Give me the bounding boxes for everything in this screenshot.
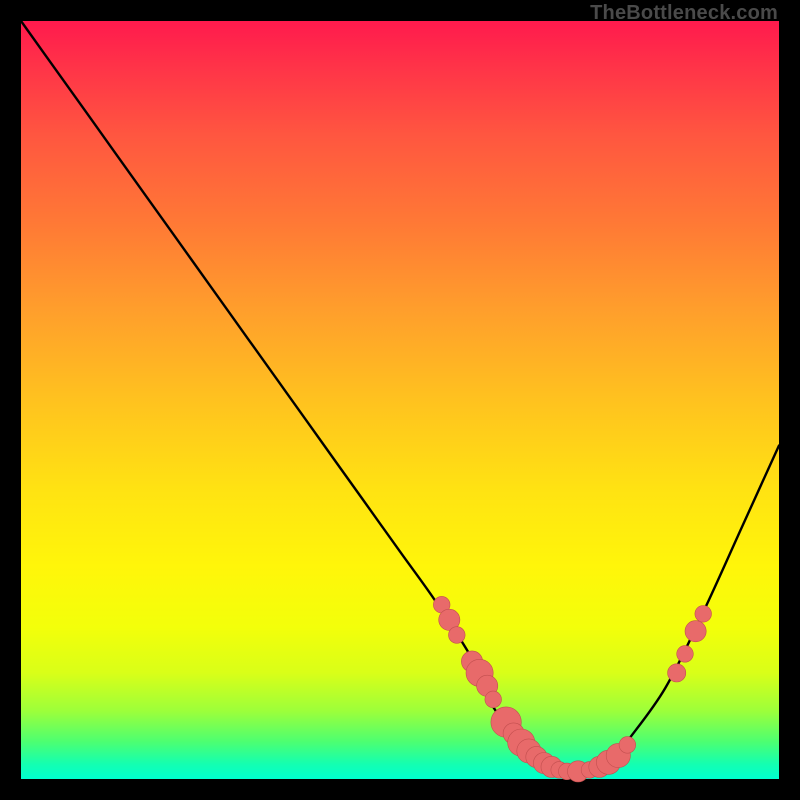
bottleneck-curve: [21, 21, 779, 772]
curve-marker: [619, 737, 636, 754]
curve-marker: [695, 606, 712, 623]
curve-marker: [668, 664, 686, 682]
curve-marker: [677, 646, 694, 663]
curve-marker: [685, 621, 706, 642]
chart-overlay: [21, 21, 779, 779]
curve-marker: [449, 627, 466, 644]
curve-markers: [433, 596, 711, 782]
curve-marker: [485, 691, 502, 708]
